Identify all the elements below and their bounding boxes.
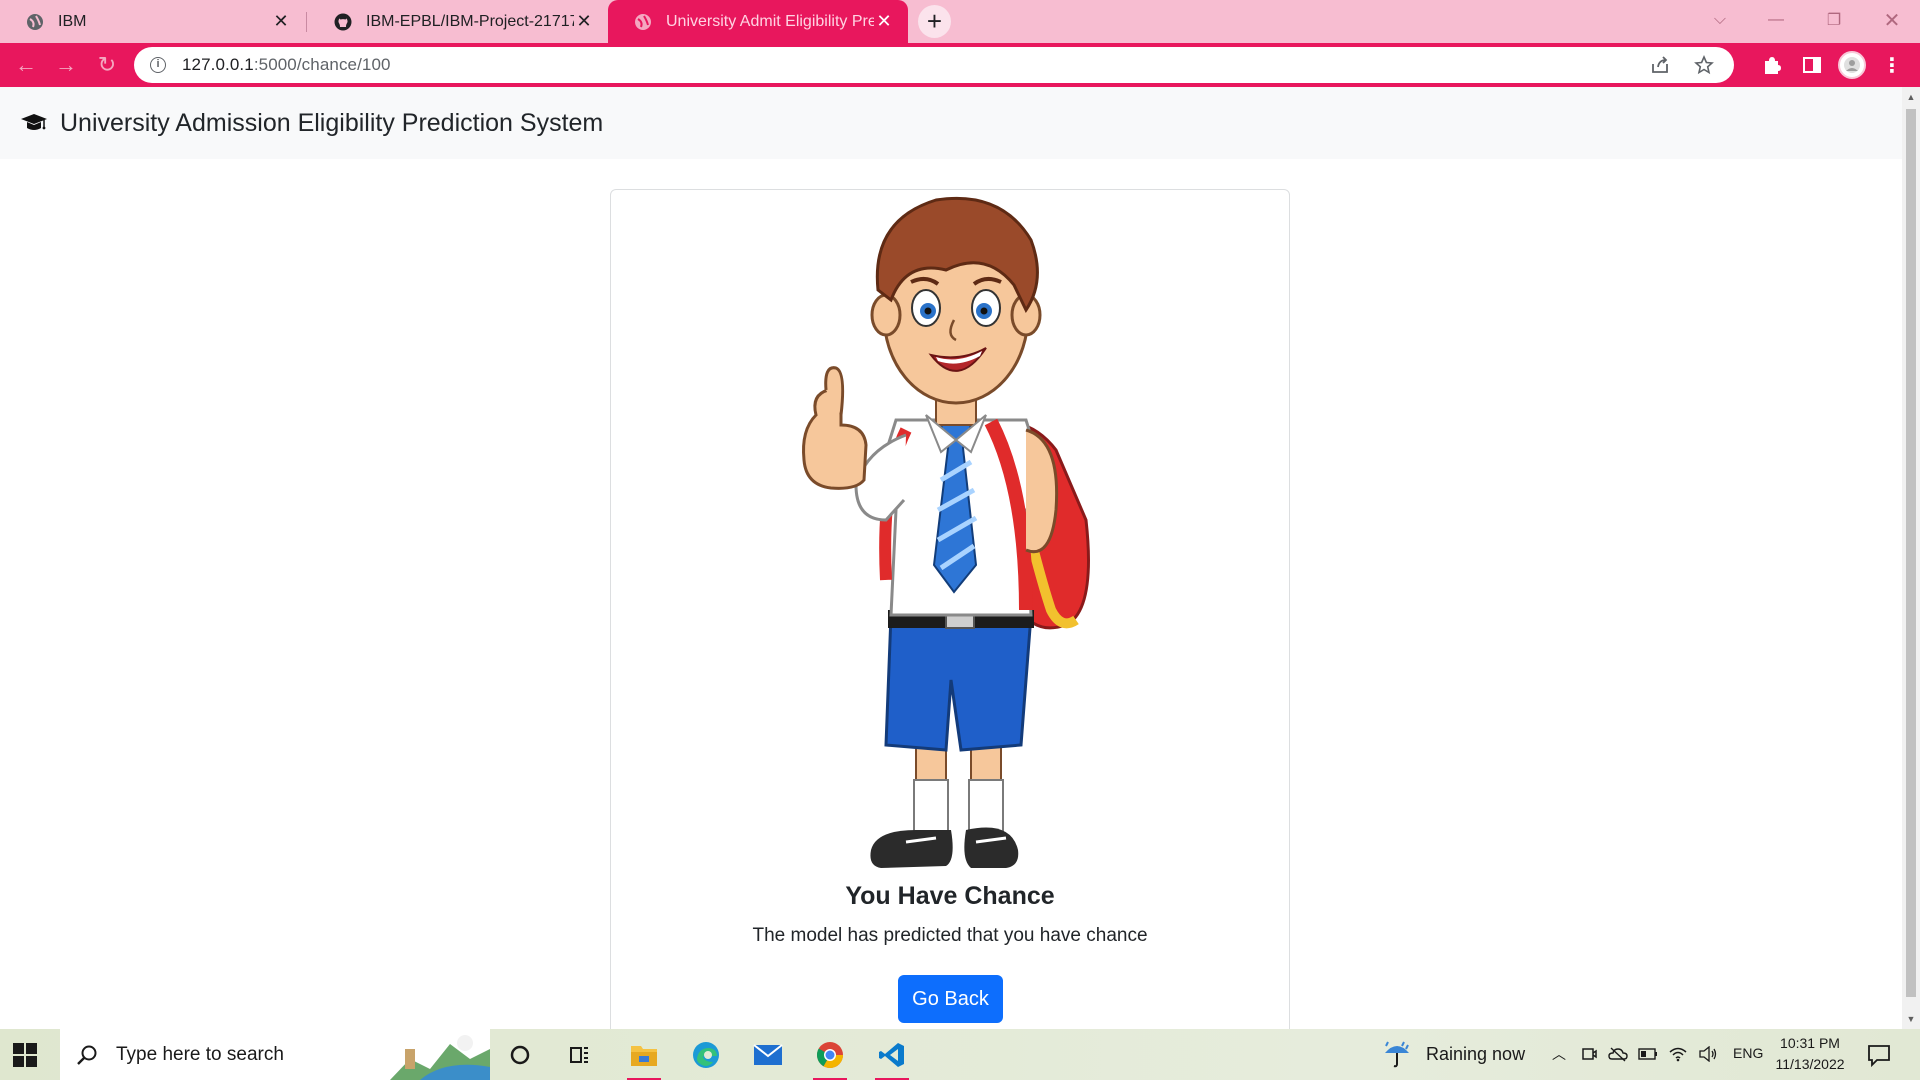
taskbar-search-box[interactable]: Type here to search: [60, 1029, 490, 1080]
clock-date: 11/13/2022: [1775, 1056, 1845, 1072]
result-card: You Have Chance The model has predicted …: [610, 189, 1290, 1029]
windows-start-icon[interactable]: [12, 1042, 38, 1068]
address-bar[interactable]: i 127.0.0.1:5000/chance/100: [134, 47, 1734, 83]
system-clock[interactable]: 10:31 PM 11/13/2022: [1770, 1033, 1850, 1075]
result-message: The model has predicted that you have ch…: [752, 925, 1148, 946]
vscode-icon[interactable]: [872, 1035, 912, 1080]
back-arrow-icon[interactable]: ←: [10, 49, 42, 81]
scroll-down-arrow-icon[interactable]: ▼: [1902, 1011, 1920, 1027]
task-view-icon[interactable]: [560, 1035, 600, 1075]
file-explorer-icon[interactable]: [624, 1035, 664, 1080]
side-panel-icon[interactable]: [1796, 49, 1828, 81]
menu-kebab-icon[interactable]: ⋮: [1876, 49, 1908, 81]
graduation-cap-icon: [21, 114, 47, 130]
url-path: :5000/chance/100: [253, 55, 391, 74]
close-icon[interactable]: ✕: [271, 11, 291, 32]
github-icon: [334, 13, 352, 30]
cortana-icon[interactable]: [500, 1035, 540, 1075]
tab-university-admit[interactable]: University Admit Eligibility Predic ✕: [608, 0, 908, 43]
extensions-puzzle-icon[interactable]: [1756, 49, 1788, 81]
forward-arrow-icon[interactable]: →: [50, 49, 82, 81]
chrome-icon[interactable]: [810, 1035, 850, 1080]
window-close-icon[interactable]: ✕: [1864, 0, 1920, 40]
new-tab-button[interactable]: +: [918, 5, 951, 38]
meet-now-icon[interactable]: [1578, 1043, 1600, 1065]
search-placeholder: Type here to search: [116, 1043, 284, 1065]
close-icon[interactable]: ✕: [874, 11, 894, 32]
show-hidden-icons-chevron-icon[interactable]: ︿: [1548, 1043, 1570, 1065]
search-icon: [77, 1045, 97, 1065]
mail-icon[interactable]: [748, 1035, 788, 1075]
minimize-icon[interactable]: —: [1748, 0, 1804, 40]
notifications-icon[interactable]: [1865, 1041, 1893, 1069]
search-highlight-art: [390, 1035, 490, 1080]
bookmark-star-icon[interactable]: [1692, 53, 1716, 77]
profile-avatar[interactable]: [1836, 49, 1868, 81]
site-brand[interactable]: University Admission Eligibility Predict…: [60, 109, 603, 138]
site-navbar: University Admission Eligibility Predict…: [0, 87, 1902, 159]
page-viewport: University Admission Eligibility Predict…: [0, 87, 1902, 1029]
close-icon[interactable]: ✕: [574, 11, 594, 32]
tab-title: University Admit Eligibility Predic: [666, 12, 874, 30]
windows-taskbar: Type here to search Raining now ︿ ENG 10…: [0, 1029, 1920, 1080]
share-icon[interactable]: [1648, 53, 1672, 77]
url-host: 127.0.0.1: [182, 55, 254, 74]
tab-github[interactable]: IBM-EPBL/IBM-Project-21717-16 ✕: [308, 0, 608, 43]
onedrive-offline-icon[interactable]: [1607, 1043, 1629, 1065]
browser-tab-strip: IBM ✕ IBM-EPBL/IBM-Project-21717-16 ✕ Un…: [0, 0, 1920, 43]
tab-title: IBM: [58, 12, 87, 30]
wifi-icon[interactable]: [1667, 1043, 1689, 1065]
tab-ibm[interactable]: IBM ✕: [0, 0, 305, 43]
globe-icon: [27, 13, 43, 30]
restore-icon[interactable]: ❐: [1806, 0, 1862, 40]
scroll-up-arrow-icon[interactable]: ▲: [1902, 89, 1920, 105]
tab-search-chevron-icon[interactable]: ⌵: [1692, 0, 1748, 40]
weather-widget[interactable]: Raining now: [1382, 1039, 1525, 1069]
scrollbar-thumb[interactable]: [1906, 109, 1916, 997]
tab-separator: [306, 12, 307, 32]
battery-icon[interactable]: [1637, 1043, 1659, 1065]
tab-title: IBM-EPBL/IBM-Project-21717-16: [366, 12, 574, 30]
volume-icon[interactable]: [1697, 1043, 1719, 1065]
clock-time: 10:31 PM: [1780, 1035, 1840, 1051]
reload-icon[interactable]: ↻: [91, 49, 123, 81]
edge-browser-icon[interactable]: [686, 1035, 726, 1075]
weather-text: Raining now: [1426, 1043, 1526, 1064]
rain-umbrella-icon: [1385, 1041, 1409, 1068]
site-info-icon[interactable]: i: [150, 57, 166, 73]
student-thumbs-up-illustration: [802, 196, 1090, 868]
result-title: You Have Chance: [845, 882, 1055, 910]
go-back-button[interactable]: Go Back: [898, 975, 1003, 1023]
globe-icon: [635, 13, 651, 30]
vertical-scrollbar[interactable]: ▲ ▼: [1902, 87, 1920, 1029]
url-text[interactable]: 127.0.0.1:5000/chance/100: [182, 55, 391, 75]
language-indicator[interactable]: ENG: [1733, 1045, 1763, 1061]
browser-toolbar: ← → ↻ i 127.0.0.1:5000/chance/100 ⋮: [0, 43, 1920, 87]
